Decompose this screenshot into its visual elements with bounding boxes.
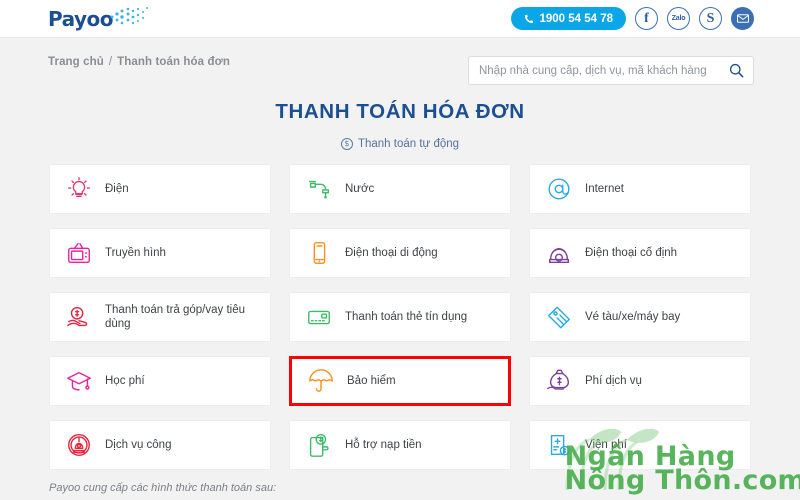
lightbulb-icon [68,177,90,198]
search-input[interactable] [469,64,719,77]
service-icon-wrap [64,430,94,460]
hotline-button[interactable]: 1900 54 54 78 [511,7,626,30]
footer-note: Payoo cung cấp các hình thức thanh toán … [49,482,277,494]
service-card-13[interactable]: Hỗ trợ nạp tiền [289,420,511,470]
medical-bill-icon [550,434,570,456]
page-title: THANH TOÁN HÓA ĐƠN [275,100,525,123]
graduation-cap-icon [67,371,91,391]
faucet-icon [308,180,330,199]
service-icon-wrap [304,238,334,268]
service-label: Viện phí [585,439,627,451]
service-label: Bảo hiểm [347,375,396,387]
service-label: Thanh toán trả góp/vay tiêu dùng [105,304,246,330]
credit-card-icon [308,310,330,325]
government-emblem-icon [68,434,90,456]
service-card-14[interactable]: Viện phí [529,420,751,470]
service-label: Phí dịch vụ [585,375,642,387]
umbrella-icon [309,369,333,392]
breadcrumb-current: Thanh toán hóa đơn [117,56,230,68]
service-icon-wrap [544,366,574,396]
service-icon-wrap [544,302,574,332]
breadcrumb: Trang chủ / Thanh toán hóa đơn [48,56,230,68]
service-label: Điện thoại cố định [585,247,678,259]
header-actions: 1900 54 54 78 f Zalo S [511,7,754,30]
zalo-icon: Zalo [671,15,686,22]
service-grid: Điện Nước Internet Truyền hình Điện thoại di… [49,164,751,470]
television-icon [68,242,90,264]
service-label: Internet [585,183,624,195]
service-label: Dịch vụ công [105,439,172,451]
service-label: Hỗ trợ nạp tiền [345,439,422,451]
smartphone-icon [313,242,326,264]
service-icon-wrap [64,366,94,396]
phone-icon [525,14,534,23]
service-label: Truyền hình [105,247,166,259]
service-label: Học phí [105,375,145,387]
hand-coin-icon [67,306,88,327]
service-card-1[interactable]: Nước [289,164,511,214]
service-label: Điện thoại di động [345,247,438,259]
service-card-0[interactable]: Điện [49,164,271,214]
service-icon-wrap [304,174,334,204]
service-label: Vé tàu/xe/máy bay [585,311,681,323]
page-root: Payoo 1900 54 54 78 f Zalo S Trang chủ /… [0,0,800,500]
service-icon-wrap [544,238,574,268]
search-bar[interactable] [468,56,754,85]
service-label: Nước [345,183,375,195]
service-card-2[interactable]: Internet [529,164,751,214]
page-subtitle: $ Thanh toán tự động [0,138,800,150]
service-icon-wrap [64,174,94,204]
service-label: Thanh toán thẻ tín dụng [345,311,468,323]
service-card-12[interactable]: Dịch vụ công [49,420,271,470]
service-card-6[interactable]: Thanh toán trả góp/vay tiêu dùng [49,292,271,342]
circled-dollar-icon: $ [340,138,353,150]
site-header: Payoo 1900 54 54 78 f Zalo S [0,0,800,38]
ticket-icon [548,306,570,329]
service-card-10[interactable]: Bảo hiểm [289,356,511,406]
social-zalo[interactable]: Zalo [667,7,690,30]
service-icon-wrap [544,430,574,460]
service-card-3[interactable]: Truyền hình [49,228,271,278]
service-card-9[interactable]: Học phí [49,356,271,406]
service-card-11[interactable]: Phí dịch vụ [529,356,751,406]
service-card-5[interactable]: Điện thoại cố định [529,228,751,278]
service-card-4[interactable]: Điện thoại di động [289,228,511,278]
breadcrumb-separator: / [108,56,113,68]
money-bag-icon [547,369,570,390]
breadcrumb-home[interactable]: Trang chủ [48,56,104,68]
watermark-line-2: Nông Thôn.com [564,465,800,496]
service-card-8[interactable]: Vé tàu/xe/máy bay [529,292,751,342]
service-card-7[interactable]: Thanh toán thẻ tín dụng [289,292,511,342]
landline-icon [548,248,570,264]
skype-icon: S [706,10,715,26]
envelope-icon [736,14,749,23]
facebook-icon: f [644,10,649,26]
service-icon-wrap [306,366,336,396]
service-icon-wrap [304,302,334,332]
page-subtitle-label: Thanh toán tự động [357,138,460,150]
service-icon-wrap [304,430,334,460]
service-icon-wrap [64,302,94,332]
social-facebook[interactable]: f [635,7,658,30]
search-icon [729,63,743,78]
hotline-label: 1900 54 54 78 [539,12,613,25]
service-icon-wrap [544,174,574,204]
service-label: Điện [105,183,129,195]
social-email[interactable] [731,7,754,30]
search-button[interactable] [719,57,753,84]
at-sign-icon [548,178,570,200]
payoo-logo[interactable]: Payoo [48,4,158,34]
service-icon-wrap [64,238,94,268]
dot-spray-icon [110,7,148,25]
wallet-topup-icon [309,434,329,457]
social-skype[interactable]: S [699,7,722,30]
